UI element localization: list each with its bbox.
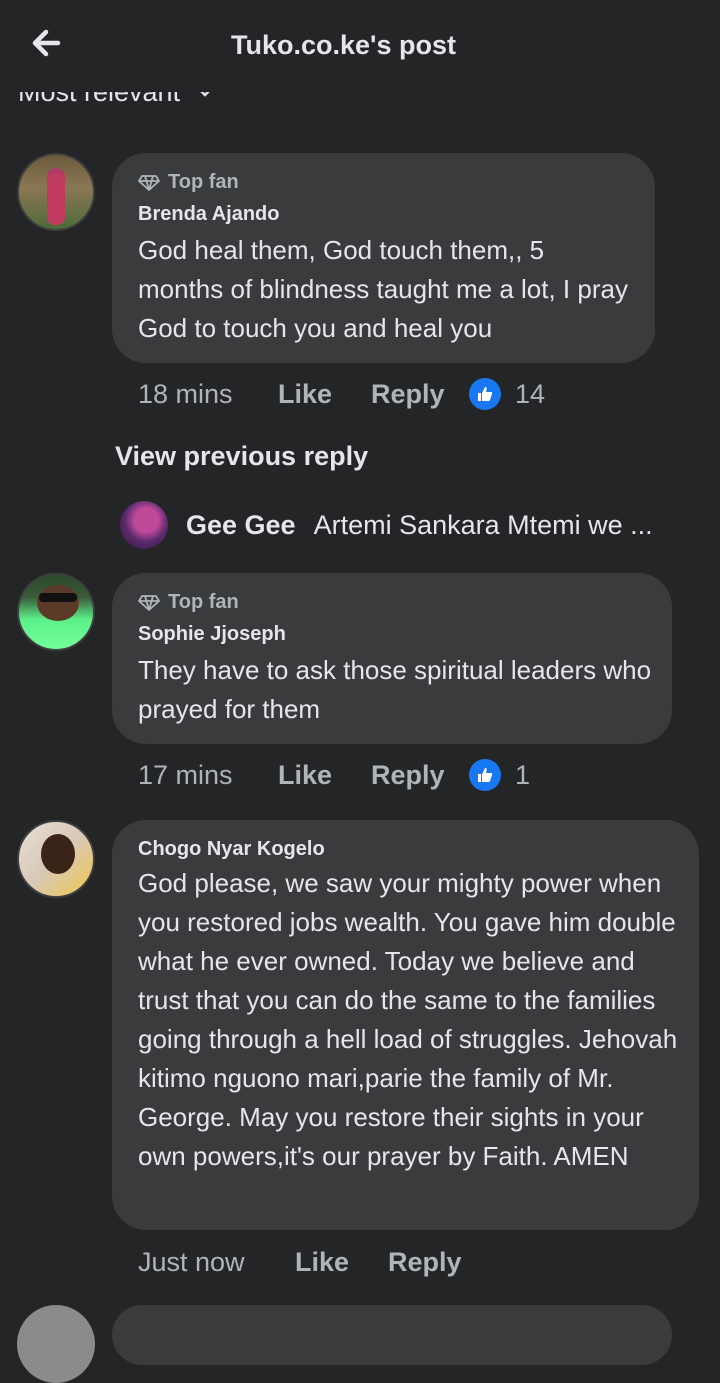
comment-text: God heal them, God touch them,, 5 months… <box>138 235 628 343</box>
avatar[interactable] <box>17 1305 95 1383</box>
comment-time[interactable]: 17 mins <box>138 760 278 791</box>
comment-time[interactable]: Just now <box>138 1247 295 1278</box>
top-fan-badge: Top fan <box>138 171 239 194</box>
comment-author[interactable]: Brenda Ajando <box>138 203 280 226</box>
reply-button[interactable]: Reply <box>371 379 469 410</box>
comment-text: They have to ask those spiritual leaders… <box>138 655 652 724</box>
like-button[interactable]: Like <box>278 760 371 791</box>
reaction-count[interactable]: 1 <box>469 759 530 791</box>
like-button[interactable]: Like <box>278 379 371 410</box>
page-title: Tuko.co.ke's post <box>231 30 456 60</box>
top-bar: Tuko.co.ke's post <box>0 0 720 92</box>
comment-bubble: Top fan Brenda Ajando God heal them, God… <box>112 153 655 363</box>
thumbs-up-icon <box>469 378 501 410</box>
comment-actions: Just now Like Reply <box>138 1242 486 1282</box>
comment-bubble: Chogo Nyar Kogelo God please, we saw you… <box>112 820 699 1230</box>
top-fan-badge: Top fan <box>138 591 239 614</box>
comment-author[interactable]: Chogo Nyar Kogelo <box>138 838 325 861</box>
like-button[interactable]: Like <box>295 1247 388 1278</box>
diamond-icon <box>138 174 160 191</box>
thumbs-up-icon <box>469 759 501 791</box>
reaction-count[interactable]: 14 <box>469 378 545 410</box>
comment-author[interactable]: Sophie Jjoseph <box>138 623 286 646</box>
comment-text: God please, we saw your mighty power whe… <box>138 868 678 1171</box>
avatar[interactable] <box>17 153 95 231</box>
reply-text: Artemi Sankara Mtemi we ... <box>313 509 653 540</box>
badge-label: Top fan <box>168 171 239 193</box>
reaction-number: 1 <box>515 759 531 790</box>
comment-actions: 18 mins Like Reply 14 <box>138 374 545 414</box>
comment-bubble: Top fan Sophie Jjoseph They have to ask … <box>112 573 672 744</box>
view-previous-reply-link[interactable]: View previous reply <box>115 441 368 472</box>
avatar[interactable] <box>17 820 95 898</box>
avatar[interactable] <box>17 573 95 651</box>
comment-bubble <box>112 1305 672 1365</box>
comment-actions: 17 mins Like Reply 1 <box>138 755 530 795</box>
badge-label: Top fan <box>168 591 239 613</box>
diamond-icon <box>138 594 160 611</box>
reply-author[interactable]: Gee Gee <box>186 510 296 541</box>
comment-time[interactable]: 18 mins <box>138 379 278 410</box>
reply-button[interactable]: Reply <box>371 760 469 791</box>
reply-button[interactable]: Reply <box>388 1247 486 1278</box>
avatar[interactable] <box>120 501 168 549</box>
reaction-number: 14 <box>515 378 546 409</box>
reply-preview[interactable]: Gee Gee Artemi Sankara Mtemi we ... <box>120 501 653 549</box>
